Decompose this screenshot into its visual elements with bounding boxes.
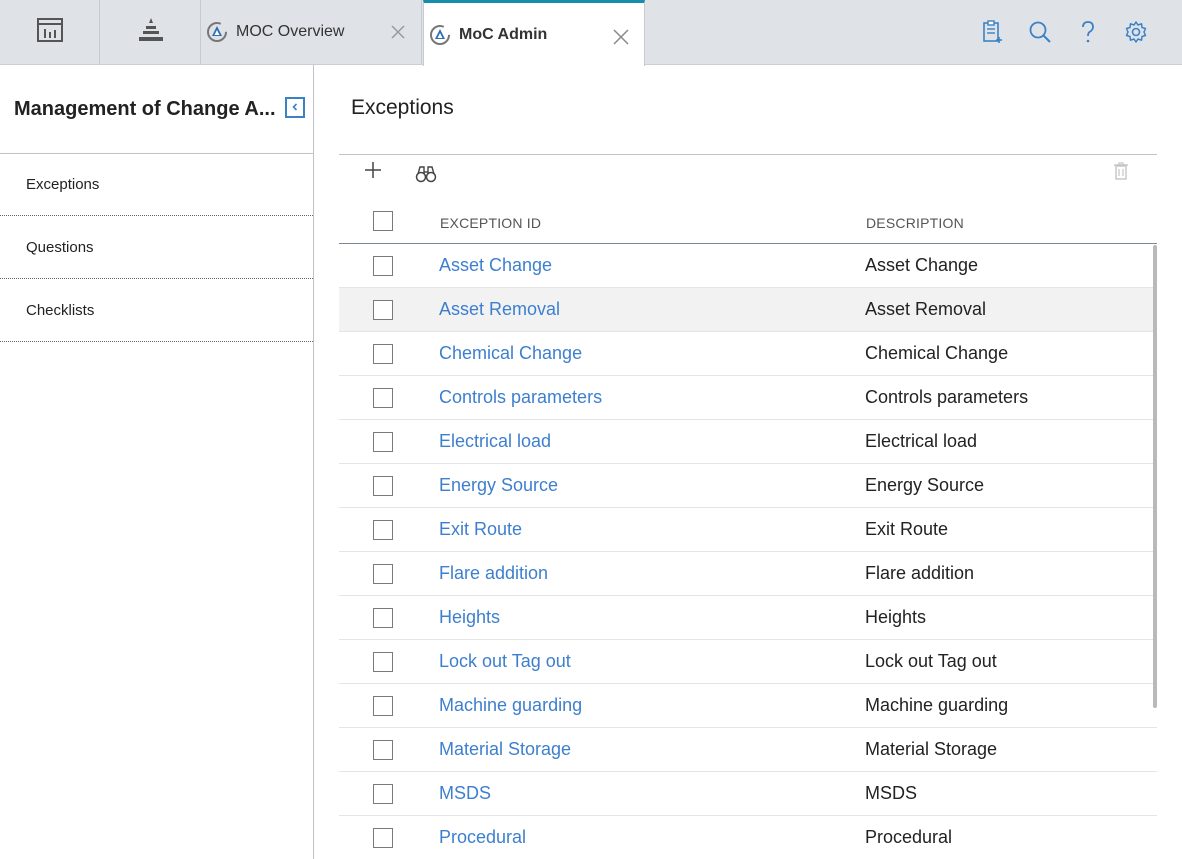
exception-description: Controls parameters xyxy=(865,387,1029,407)
exception-id-link[interactable]: Flare addition xyxy=(439,563,548,584)
tab-moc-overview-label: MOC Overview xyxy=(236,23,345,40)
exception-description: Lock out Tag out xyxy=(865,651,997,671)
row-checkbox[interactable] xyxy=(373,476,393,496)
exception-description: MSDS xyxy=(865,783,918,803)
tab-moc-admin-label: MoC Admin xyxy=(459,25,548,43)
exception-description: Exit Route xyxy=(865,519,949,539)
exception-id-link[interactable]: Procedural xyxy=(439,827,526,848)
clipboard-icon[interactable] xyxy=(968,16,1016,48)
dashboard-icon xyxy=(36,17,64,48)
row-checkbox[interactable] xyxy=(373,784,393,804)
row-checkbox[interactable] xyxy=(373,740,393,760)
table-row[interactable]: Material Storage Material Storage xyxy=(339,728,1157,772)
tab-moc-overview[interactable]: MOC Overview xyxy=(201,0,422,64)
exception-id-link[interactable]: Asset Change xyxy=(439,255,552,276)
exception-description: Asset Removal xyxy=(865,299,987,319)
exception-description: Material Storage xyxy=(865,739,998,759)
row-checkbox[interactable] xyxy=(373,388,393,408)
table-scrollbar[interactable] xyxy=(1153,245,1157,708)
close-icon[interactable] xyxy=(389,23,407,41)
row-checkbox[interactable] xyxy=(373,520,393,540)
exception-id-link[interactable]: Energy Source xyxy=(439,475,558,496)
table-row[interactable]: Asset Removal Asset Removal xyxy=(339,288,1157,332)
exception-description: Asset Change xyxy=(865,255,979,275)
gear-icon[interactable] xyxy=(1112,16,1160,48)
trash-icon xyxy=(1113,161,1129,185)
row-checkbox[interactable] xyxy=(373,696,393,716)
sidebar-item-questions[interactable]: Questions xyxy=(0,216,313,279)
sidebar-item-checklists[interactable]: Checklists xyxy=(0,279,313,342)
exception-id-link[interactable]: Electrical load xyxy=(439,431,551,452)
binoculars-icon xyxy=(415,165,437,188)
exception-id-link[interactable]: Chemical Change xyxy=(439,343,582,364)
exception-description: Machine guarding xyxy=(865,695,1009,715)
sidebar-title: Management of Change A... xyxy=(14,98,276,120)
table-row[interactable]: Lock out Tag out Lock out Tag out xyxy=(339,640,1157,684)
plus-icon xyxy=(364,161,382,184)
table-row[interactable]: MSDS MSDS xyxy=(339,772,1157,816)
exception-id-link[interactable]: Exit Route xyxy=(439,519,522,540)
delete-button[interactable] xyxy=(1111,161,1131,185)
exception-id-link[interactable]: MSDS xyxy=(439,783,491,804)
exception-id-link[interactable]: Material Storage xyxy=(439,739,571,760)
column-header-exception-id[interactable]: EXCEPTION ID xyxy=(440,215,541,231)
table-row[interactable]: Controls parameters Controls parameters xyxy=(339,376,1157,420)
row-checkbox[interactable] xyxy=(373,344,393,364)
search-icon[interactable] xyxy=(1016,16,1064,48)
table-row[interactable]: Heights Heights xyxy=(339,596,1157,640)
hierarchy-icon xyxy=(136,16,166,49)
main-content: Exceptions EXCEPTION ID DESCRIPTION Asse… xyxy=(314,65,1182,859)
exception-id-link[interactable]: Heights xyxy=(439,607,500,628)
select-all-checkbox[interactable] xyxy=(373,211,393,231)
table-row[interactable]: Procedural Procedural xyxy=(339,816,1157,859)
find-button[interactable] xyxy=(414,165,438,187)
moc-icon xyxy=(206,21,228,43)
row-checkbox[interactable] xyxy=(373,256,393,276)
exception-id-link[interactable]: Controls parameters xyxy=(439,387,602,408)
divider xyxy=(339,154,1157,155)
add-button[interactable] xyxy=(362,161,384,183)
help-icon[interactable] xyxy=(1064,16,1112,48)
close-icon[interactable] xyxy=(612,28,630,46)
column-header-description[interactable]: DESCRIPTION xyxy=(866,215,964,231)
exception-description: Electrical load xyxy=(865,431,978,451)
exception-description: Heights xyxy=(865,607,927,627)
row-checkbox[interactable] xyxy=(373,608,393,628)
sidebar-list: Exceptions Questions Checklists xyxy=(0,154,313,342)
row-checkbox[interactable] xyxy=(373,652,393,672)
exceptions-table: EXCEPTION ID DESCRIPTION Asset Change As… xyxy=(339,200,1157,859)
table-row[interactable]: Energy Source Energy Source xyxy=(339,464,1157,508)
sidebar-item-exceptions[interactable]: Exceptions xyxy=(0,154,313,216)
row-checkbox[interactable] xyxy=(373,564,393,584)
table-row[interactable]: Machine guarding Machine guarding xyxy=(339,684,1157,728)
sidebar: Management of Change A... Exceptions Que… xyxy=(0,65,314,859)
table-row[interactable]: Electrical load Electrical load xyxy=(339,420,1157,464)
table-header: EXCEPTION ID DESCRIPTION xyxy=(339,200,1157,244)
row-checkbox[interactable] xyxy=(373,828,393,848)
tab-moc-admin[interactable]: MoC Admin xyxy=(423,0,645,66)
top-actions xyxy=(968,16,1160,48)
dashboard-tab[interactable] xyxy=(0,0,100,64)
sidebar-header: Management of Change A... xyxy=(0,65,314,154)
hierarchy-tab[interactable] xyxy=(101,0,201,64)
exception-id-link[interactable]: Lock out Tag out xyxy=(439,651,571,672)
page-title: Exceptions xyxy=(351,96,454,119)
table-row[interactable]: Chemical Change Chemical Change xyxy=(339,332,1157,376)
exception-description: Procedural xyxy=(865,827,953,847)
top-tab-bar: MOC Overview MoC Admin xyxy=(0,0,1182,66)
chevron-left-icon xyxy=(290,99,300,117)
table-row[interactable]: Flare addition Flare addition xyxy=(339,552,1157,596)
exception-id-link[interactable]: Asset Removal xyxy=(439,299,560,320)
table-body: Asset Change Asset Change Asset Removal … xyxy=(339,244,1157,859)
collapse-sidebar-button[interactable] xyxy=(285,97,305,118)
table-row[interactable]: Asset Change Asset Change xyxy=(339,244,1157,288)
row-checkbox[interactable] xyxy=(373,432,393,452)
exception-description: Chemical Change xyxy=(865,343,1009,363)
table-row[interactable]: Exit Route Exit Route xyxy=(339,508,1157,552)
exception-id-link[interactable]: Machine guarding xyxy=(439,695,582,716)
row-checkbox[interactable] xyxy=(373,300,393,320)
exception-description: Flare addition xyxy=(865,563,975,583)
exception-description: Energy Source xyxy=(865,475,985,495)
moc-icon xyxy=(429,24,451,46)
